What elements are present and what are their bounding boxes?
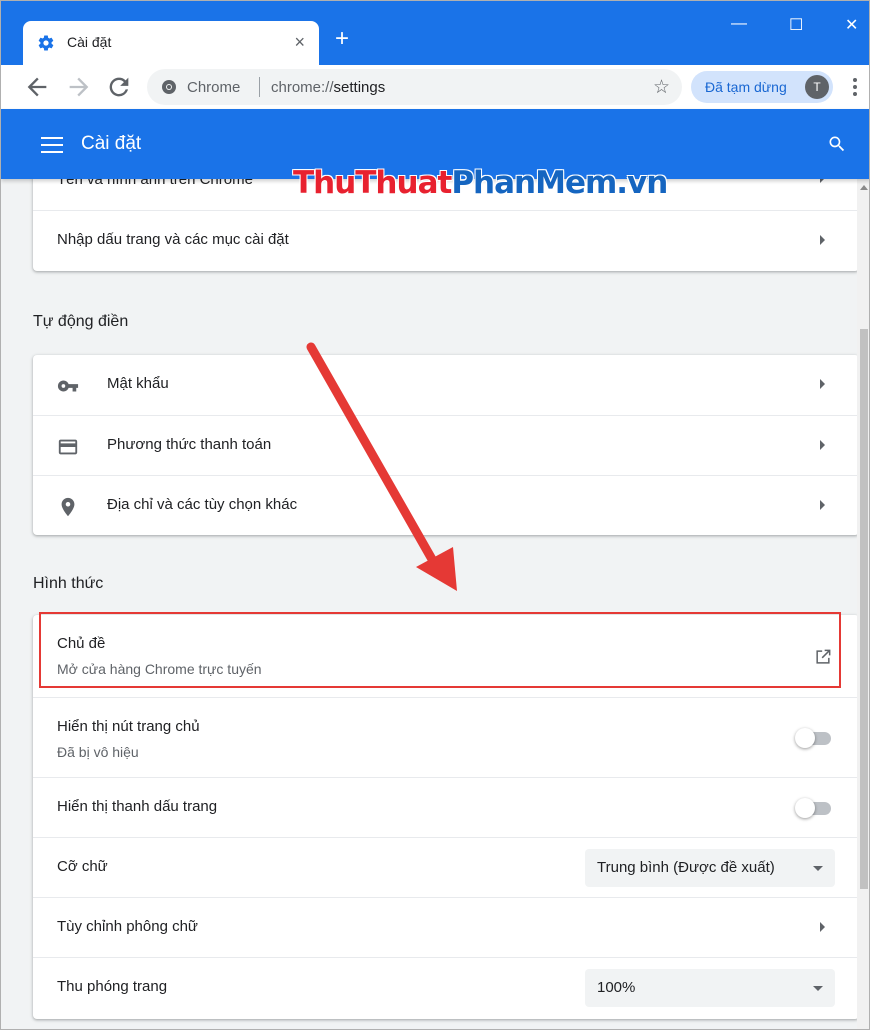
row-label: Cỡ chữ	[57, 858, 108, 875]
row-label: Tùy chỉnh phông chữ	[57, 918, 198, 935]
chevron-right-icon	[820, 922, 825, 932]
tab-settings[interactable]: Cài đặt ×	[23, 21, 319, 65]
bookmark-star-icon[interactable]: ☆	[653, 76, 670, 99]
chevron-right-icon	[820, 500, 825, 510]
address-bar[interactable]: Chrome chrome://settings ☆	[147, 69, 682, 105]
menu-icon[interactable]	[41, 137, 63, 153]
tab-close-icon[interactable]: ×	[294, 32, 305, 53]
list-item[interactable]: Nhập dấu trang và các mục cài đặt	[33, 210, 857, 271]
scrollbar[interactable]	[857, 179, 869, 1029]
row-label: Hiển thị thanh dấu trang	[57, 798, 218, 815]
sidebar-item-passwords[interactable]: Mật khẩu	[33, 355, 857, 415]
chrome-icon	[162, 80, 176, 94]
reload-icon[interactable]	[105, 73, 133, 101]
more-vert-icon[interactable]	[847, 75, 863, 99]
customize-fonts-row[interactable]: Tùy chỉnh phông chữ	[33, 897, 857, 958]
row-label: Mật khẩu	[107, 375, 169, 392]
row-label: Tên và hình ảnh trên Chrome	[57, 179, 253, 188]
location-pin-icon	[61, 497, 75, 517]
chevron-right-icon	[820, 235, 825, 245]
tab-title: Cài đặt	[67, 34, 112, 50]
chevron-right-icon	[820, 179, 825, 183]
profile-status: Đã tạm dừng	[705, 79, 787, 95]
bookmarks-bar-row: Hiển thị thanh dấu trang	[33, 777, 857, 838]
home-button-toggle[interactable]	[795, 728, 831, 748]
maximize-button[interactable]: ☐	[789, 15, 803, 35]
section-title-appearance: Hình thức	[33, 575, 104, 592]
minimize-button[interactable]: —	[731, 15, 747, 33]
gear-icon	[38, 35, 54, 51]
forward-arrow-icon[interactable]	[65, 73, 93, 101]
autofill-card: Mật khẩu Phương thức thanh toán Địa chỉ …	[33, 355, 857, 535]
browser-toolbar: Chrome chrome://settings ☆ Đã tạm dừng T	[1, 65, 869, 110]
chevron-right-icon	[820, 440, 825, 450]
search-icon[interactable]	[827, 134, 847, 154]
key-icon	[57, 380, 79, 392]
row-label: Thu phóng trang	[57, 978, 168, 995]
row-sublabel: Đã bị vô hiệu	[57, 744, 139, 760]
scroll-up-icon[interactable]	[860, 185, 868, 190]
back-arrow-icon[interactable]	[23, 73, 51, 101]
row-label: Nhập dấu trang và các mục cài đặt	[57, 231, 289, 248]
settings-content: Tên và hình ảnh trên Chrome Nhập dấu tra…	[1, 179, 857, 1029]
font-size-select[interactable]: Trung bình (Được đề xuất)	[585, 849, 835, 887]
new-tab-button[interactable]: +	[335, 27, 349, 51]
select-value: 100%	[597, 979, 636, 996]
watermark-logo: ThuThuatPhanMem.vn	[293, 165, 668, 201]
section-title-autofill: Tự động điền	[33, 313, 129, 330]
close-window-button[interactable]: ✕	[845, 15, 858, 35]
browser-window: Cài đặt × + — ☐ ✕ Chrome chrome://settin…	[0, 0, 870, 1030]
omnibox-separator	[259, 77, 260, 97]
sidebar-item-addresses[interactable]: Địa chỉ và các tùy chọn khác	[33, 475, 857, 536]
page-zoom-row: Thu phóng trang 100%	[33, 957, 857, 1018]
bookmarks-bar-toggle[interactable]	[795, 798, 831, 818]
site-label: Chrome	[187, 79, 241, 96]
title-bar: Cài đặt × + — ☐ ✕	[1, 1, 869, 65]
page-title: Cài đặt	[81, 133, 142, 154]
font-size-row: Cỡ chữ Trung bình (Được đề xuất)	[33, 837, 857, 898]
credit-card-icon	[58, 439, 78, 455]
scrollbar-thumb[interactable]	[860, 329, 868, 889]
chevron-right-icon	[820, 379, 825, 389]
chevron-down-icon	[813, 866, 823, 871]
profile-button[interactable]: Đã tạm dừng T	[691, 71, 833, 103]
row-label: Phương thức thanh toán	[107, 436, 272, 453]
home-button-row: Hiển thị nút trang chủ Đã bị vô hiệu	[33, 697, 857, 778]
sidebar-item-payment-methods[interactable]: Phương thức thanh toán	[33, 415, 857, 476]
row-label: Hiển thị nút trang chủ	[57, 718, 200, 735]
annotation-highlight-box	[39, 612, 841, 688]
avatar: T	[805, 75, 829, 99]
select-value: Trung bình (Được đề xuất)	[597, 859, 775, 876]
chevron-down-icon	[813, 986, 823, 991]
row-label: Địa chỉ và các tùy chọn khác	[107, 496, 298, 513]
page-zoom-select[interactable]: 100%	[585, 969, 835, 1007]
url-text: chrome://settings	[271, 79, 386, 96]
